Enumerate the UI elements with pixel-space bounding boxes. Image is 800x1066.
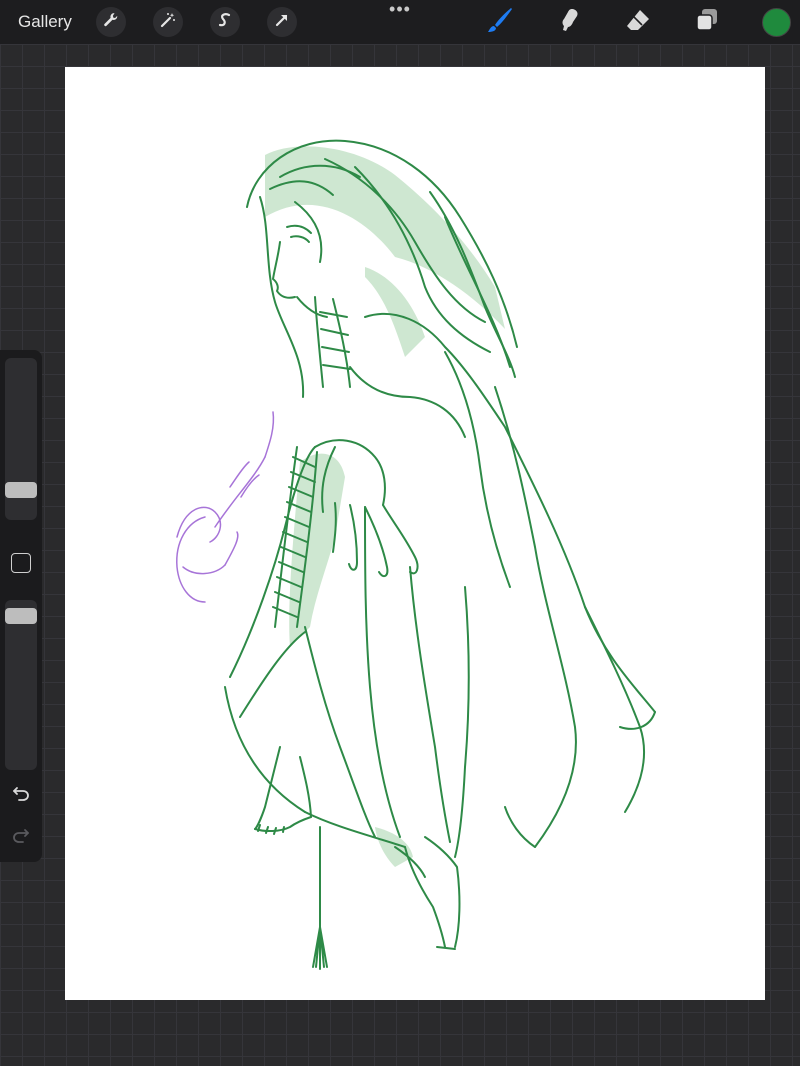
redo-icon <box>11 825 31 850</box>
opacity-slider[interactable] <box>5 600 37 770</box>
drawing-canvas[interactable] <box>65 67 765 1000</box>
sketch-artwork <box>176 139 656 970</box>
color-picker-button[interactable] <box>762 8 791 37</box>
brush-icon <box>486 6 514 39</box>
eraser-icon <box>624 6 652 39</box>
transform-arrow-icon <box>273 11 291 34</box>
layers-icon <box>693 6 721 39</box>
eraser-tool-button[interactable] <box>622 6 654 38</box>
smudge-tool-button[interactable] <box>553 6 585 38</box>
modify-square-button[interactable] <box>11 553 31 573</box>
gallery-button[interactable]: Gallery <box>18 10 72 34</box>
layers-button[interactable] <box>691 6 723 38</box>
brush-size-handle[interactable] <box>5 482 37 498</box>
brush-size-slider[interactable] <box>5 358 37 520</box>
redo-button[interactable] <box>9 825 33 849</box>
adjustments-button[interactable] <box>153 7 183 37</box>
selection-button[interactable] <box>210 7 240 37</box>
wrench-icon <box>102 11 120 34</box>
procreate-app: Gallery ••• <box>0 0 800 1066</box>
undo-icon <box>11 783 31 808</box>
actions-button[interactable] <box>96 7 126 37</box>
signature-strokes <box>176 411 275 603</box>
smudge-icon <box>555 6 583 39</box>
opacity-handle[interactable] <box>5 608 37 624</box>
side-toolbar <box>0 350 42 862</box>
more-options-button[interactable]: ••• <box>388 0 412 18</box>
selection-s-icon <box>216 11 234 34</box>
brush-tool-button[interactable] <box>484 6 516 38</box>
top-toolbar: Gallery ••• <box>0 0 800 44</box>
transform-button[interactable] <box>267 7 297 37</box>
undo-button[interactable] <box>9 783 33 807</box>
magic-wand-icon <box>159 11 177 34</box>
